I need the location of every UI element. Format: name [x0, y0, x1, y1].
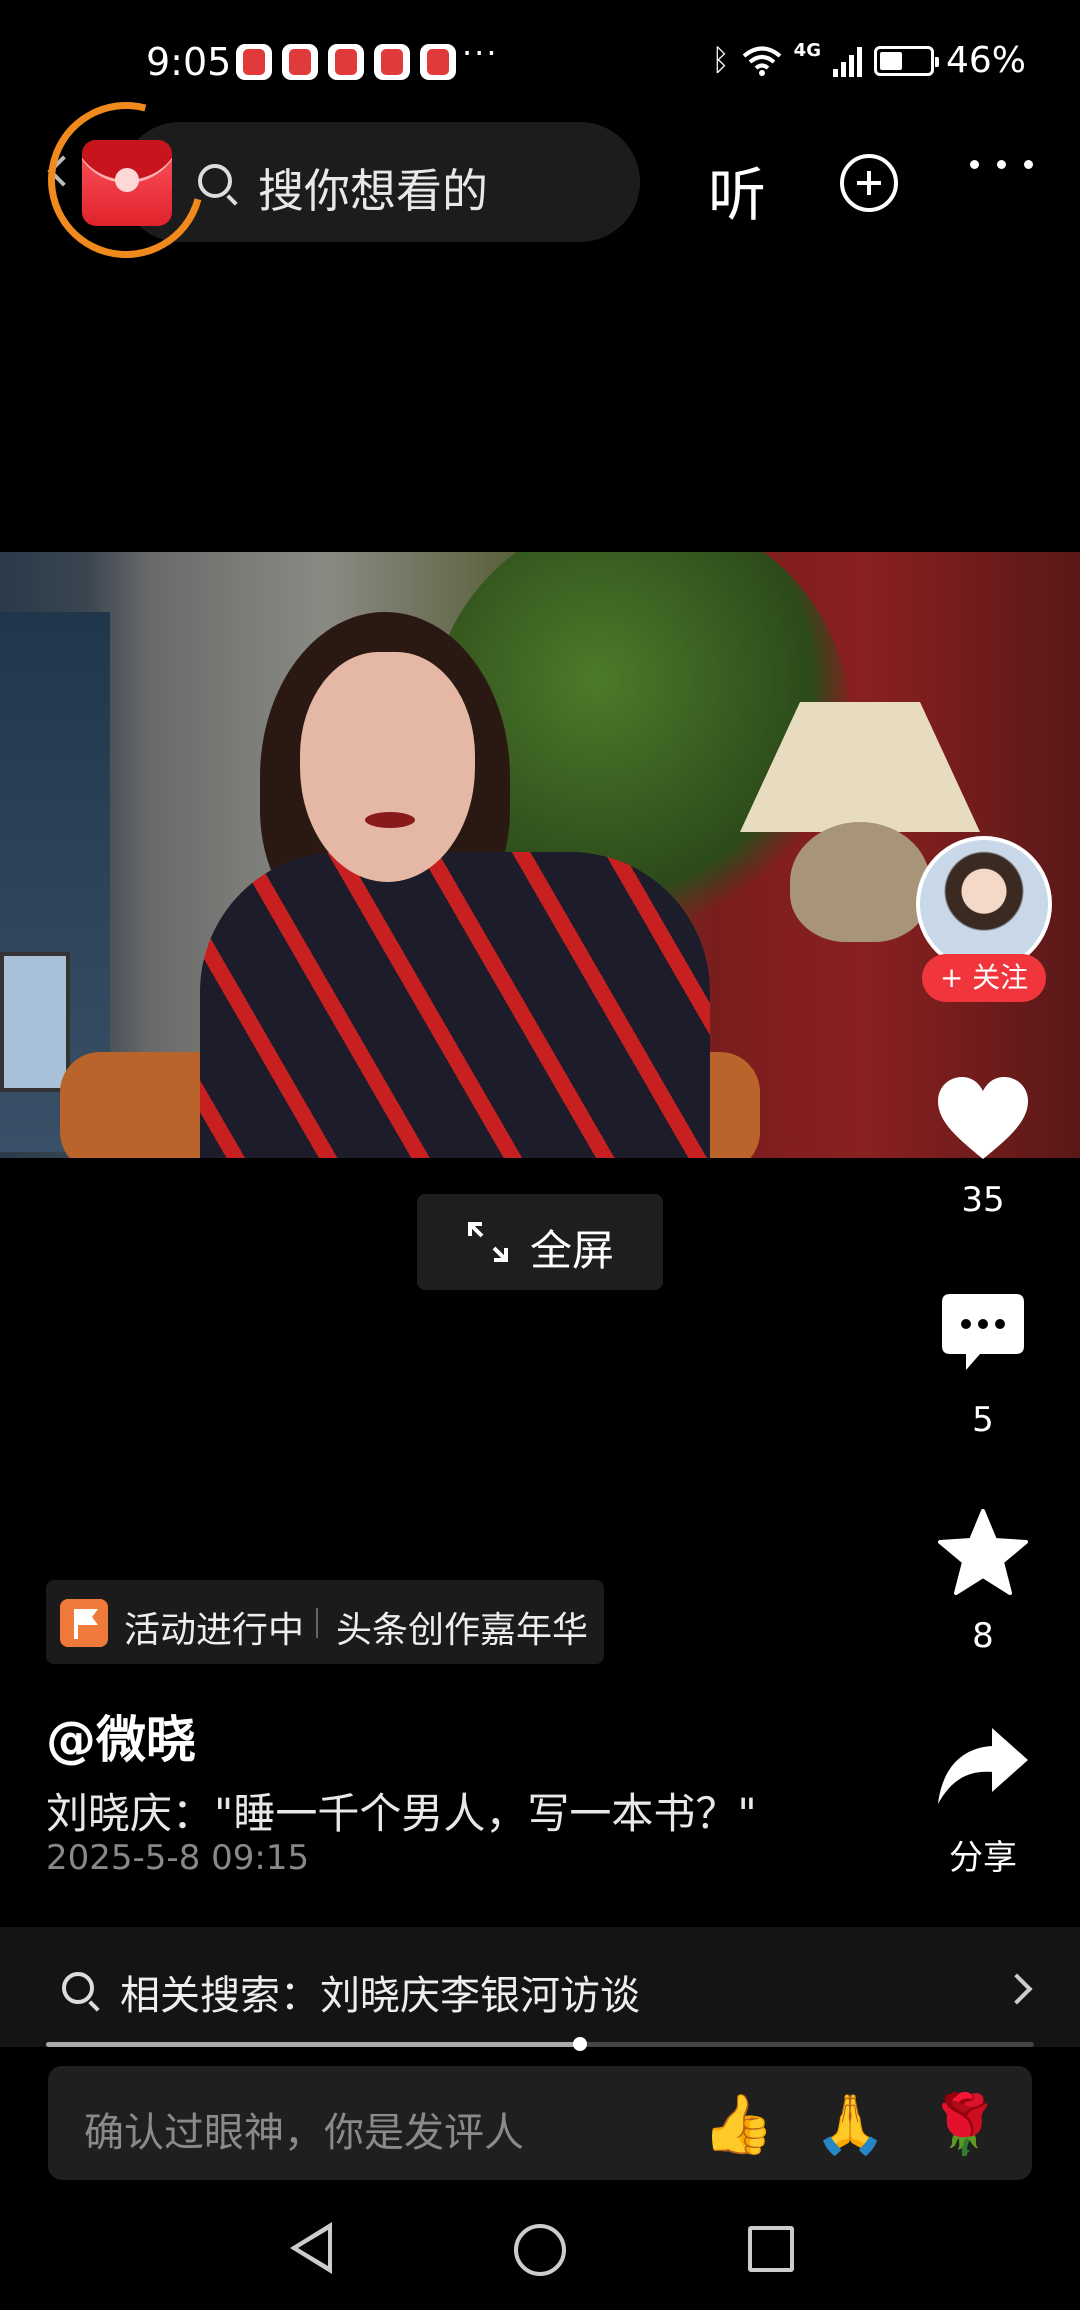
follow-button[interactable]: + 关注 [922, 954, 1046, 1002]
notification-icon [328, 44, 364, 80]
praying-hands-emoji-icon[interactable]: 🙏 [814, 2092, 886, 2156]
author-name[interactable]: @微晓 [46, 1700, 196, 1772]
video-progress-thumb[interactable] [572, 2037, 587, 2051]
favorite-star-icon[interactable] [938, 1508, 1028, 1596]
activity-name[interactable]: 头条创作嘉年华 [336, 1601, 588, 1653]
share-arrow-icon[interactable] [936, 1726, 1030, 1806]
video-scene-face [300, 652, 475, 882]
flag-icon [60, 1599, 108, 1647]
network-type: 4G [793, 40, 821, 61]
comment-count: 5 [972, 1400, 994, 1440]
post-date: 2025-5-8 09:15 [46, 1838, 310, 1878]
related-search-text[interactable]: 相关搜索：刘晓庆李银河访谈 [120, 1963, 640, 2021]
fullscreen-label[interactable]: 全屏 [530, 1217, 614, 1278]
activity-status: 活动进行中 [124, 1610, 305, 1651]
more-notifications-indicator: ··· [462, 34, 499, 72]
video-scene-lips [365, 812, 415, 828]
battery-percent: 46% [945, 40, 1026, 81]
video-progress-bar[interactable] [46, 2037, 1034, 2051]
share-label[interactable]: 分享 [930, 1830, 1036, 1879]
comment-icon[interactable] [940, 1292, 1026, 1372]
like-icon[interactable] [936, 1075, 1030, 1161]
status-icons: ᛒ 4G 46% [712, 40, 1026, 81]
author-avatar[interactable] [916, 836, 1052, 972]
notification-icons [236, 44, 456, 80]
like-count: 35 [961, 1180, 1005, 1220]
bluetooth-icon: ᛒ [711, 43, 730, 78]
rose-emoji-icon[interactable]: 🌹 [928, 2092, 1000, 2156]
nav-back-icon[interactable] [290, 2222, 332, 2274]
notification-icon [236, 44, 272, 80]
signal-icon [832, 45, 862, 77]
more-options-icon[interactable] [970, 160, 1033, 169]
video-scene-lamp-base [790, 822, 930, 942]
search-placeholder[interactable]: 搜你想看的 [258, 155, 488, 221]
thumbs-up-emoji-icon[interactable]: 👍 [702, 2092, 774, 2156]
video-player[interactable] [0, 552, 1080, 1158]
comment-placeholder[interactable]: 确认过眼神，你是发评人 [84, 2100, 524, 2158]
notification-icon [282, 44, 318, 80]
status-time: 9:05 [146, 40, 232, 84]
red-packet-icon[interactable] [82, 140, 172, 226]
listen-button[interactable]: 听 [708, 148, 766, 232]
nav-home-icon[interactable] [514, 2224, 566, 2276]
favorite-count: 8 [972, 1616, 994, 1656]
video-title: 刘晓庆："睡一千个男人，写一本书？" [46, 1789, 757, 1838]
notification-icon [374, 44, 410, 80]
expand-icon [468, 1222, 508, 1262]
nav-recents-icon[interactable] [748, 2226, 794, 2272]
search-icon [62, 1972, 94, 2004]
battery-icon [873, 45, 939, 76]
wifi-icon [742, 46, 781, 76]
notification-icon [420, 44, 456, 80]
add-icon[interactable] [840, 154, 898, 212]
video-scene-person [200, 852, 710, 1158]
video-progress-fill [46, 2042, 580, 2047]
video-scene-picture-frame [0, 952, 70, 1092]
activity-divider [316, 1608, 318, 1638]
status-bar: 9:05 ··· ᛒ 4G 46% [0, 30, 1080, 100]
